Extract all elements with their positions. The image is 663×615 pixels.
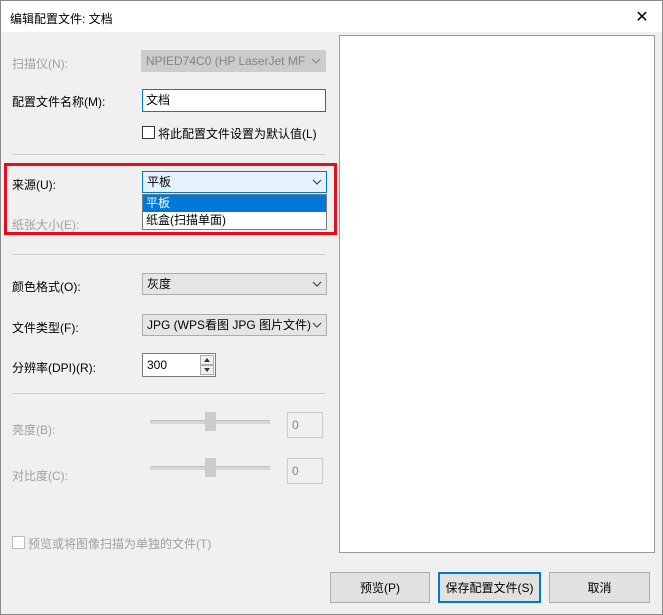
scanner-label: 扫描仪(N): [12, 57, 68, 71]
preview-button[interactable]: 预览(P) [330, 572, 430, 603]
highlight-box [4, 163, 337, 235]
profile-name-label: 配置文件名称(M): [12, 95, 106, 109]
file-type-select[interactable]: JPG (WPS看图 JPG 图片文件) [142, 314, 327, 336]
chevron-down-icon [312, 274, 322, 294]
default-profile-checkbox[interactable] [142, 126, 155, 139]
resolution-spinner[interactable]: 300 [142, 353, 216, 377]
contrast-slider-thumb [205, 458, 216, 477]
close-icon[interactable]: ✕ [622, 1, 662, 32]
contrast-label: 对比度(C): [12, 469, 68, 483]
chevron-down-icon [311, 51, 321, 71]
resolution-label: 分辨率(DPI)(R): [12, 361, 96, 375]
color-format-value: 灰度 [147, 277, 172, 291]
cancel-button[interactable]: 取消 [549, 572, 650, 603]
divider [12, 254, 325, 255]
profile-name-input[interactable]: 文档 [142, 89, 326, 112]
spin-down-icon[interactable] [200, 365, 214, 375]
separate-files-label: 预览或将图像扫描为单独的文件(T) [28, 537, 212, 551]
edit-profile-dialog: 编辑配置文件: 文档 ✕ 扫描仪(N): NPIED74C0 (HP Laser… [0, 0, 663, 615]
scanner-select: NPIED74C0 (HP LaserJet MF [141, 50, 326, 72]
file-type-value: JPG (WPS看图 JPG 图片文件) [147, 318, 312, 332]
title-bar: 编辑配置文件: 文档 ✕ [1, 1, 662, 32]
brightness-slider-thumb [205, 412, 216, 431]
file-type-label: 文件类型(F): [12, 321, 79, 335]
color-format-label: 颜色格式(O): [12, 280, 81, 294]
separate-files-checkbox [12, 536, 25, 549]
contrast-value: 0 [287, 458, 323, 484]
preview-area [339, 35, 655, 553]
brightness-value: 0 [287, 412, 323, 438]
resolution-value: 300 [147, 358, 168, 372]
divider [12, 393, 325, 394]
scanner-value: NPIED74C0 (HP LaserJet MF [146, 54, 306, 68]
brightness-label: 亮度(B): [12, 423, 56, 437]
color-format-select[interactable]: 灰度 [142, 273, 327, 295]
default-profile-label: 将此配置文件设置为默认值(L) [158, 127, 317, 141]
spin-up-icon[interactable] [200, 355, 214, 365]
dialog-title: 编辑配置文件: 文档 [10, 12, 113, 26]
divider [12, 154, 325, 155]
chevron-down-icon [312, 315, 322, 335]
save-profile-button[interactable]: 保存配置文件(S) [438, 572, 541, 603]
